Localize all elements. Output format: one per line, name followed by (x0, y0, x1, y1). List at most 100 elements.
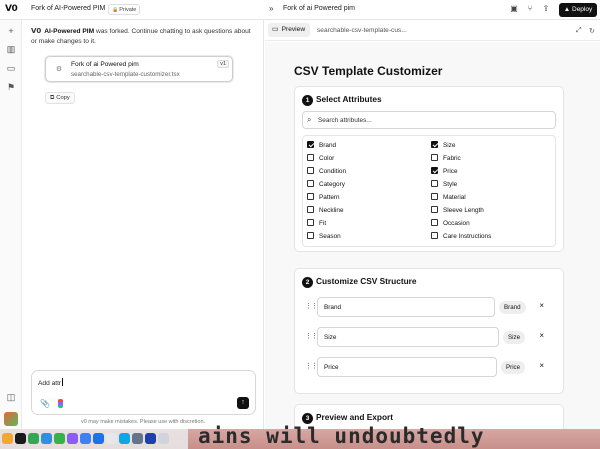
attribute-checkbox-item[interactable]: Season (307, 232, 341, 242)
share-icon[interactable]: ⇪ (541, 4, 551, 14)
section-title: Select Attributes (316, 94, 382, 104)
attribute-checkbox-item[interactable]: Color (307, 154, 334, 164)
attribute-checkbox-item[interactable]: Condition (307, 167, 346, 177)
checkbox-unchecked[interactable] (307, 180, 314, 187)
customize-structure-card: 2 Customize CSV Structure ⋮⋮ Brand Brand × ⋮⋮… (294, 268, 564, 394)
zoom-icon[interactable] (145, 433, 156, 444)
tab-code-file[interactable]: searchable-csv-template-cus... (317, 27, 407, 34)
checkbox-unchecked[interactable] (431, 232, 438, 239)
desktop-background-text: ains will undoubtedly (198, 424, 485, 448)
checkbox-unchecked[interactable] (307, 206, 314, 213)
checkbox-unchecked[interactable] (307, 154, 314, 161)
terminal-icon[interactable]: ▣ (509, 4, 519, 14)
search-input[interactable]: ⌕ Search attributes... (302, 111, 556, 129)
expand-sidebar-icon[interactable]: » (269, 4, 273, 13)
remove-column-button[interactable]: × (539, 361, 544, 370)
fullscreen-icon[interactable]: ⤢ (576, 27, 582, 35)
remove-column-button[interactable]: × (539, 301, 544, 310)
attribute-checkbox-item[interactable]: Fit (307, 219, 326, 229)
tab-preview[interactable]: ▭ Preview (268, 23, 311, 37)
v0-logo[interactable]: V0 (5, 4, 21, 15)
attribute-checkbox-item[interactable]: Brand (307, 141, 336, 151)
attribute-label: Brand (319, 142, 337, 149)
file-card[interactable]: ⚙ Fork of ai Powered pim searchable-csv-… (45, 56, 233, 82)
checkbox-checked[interactable] (431, 167, 438, 174)
column-name-input[interactable]: Price (317, 357, 497, 377)
search-icon: ⌕ (307, 115, 312, 124)
attribute-checkbox-item[interactable]: Size (431, 141, 455, 151)
copy-button[interactable]: ⧉ Copy (45, 92, 75, 104)
attribute-checkbox-item[interactable]: Price (431, 167, 458, 177)
checkbox-checked[interactable] (307, 141, 314, 148)
checkbox-unchecked[interactable] (307, 193, 314, 200)
column-name-input[interactable]: Size (317, 327, 499, 347)
sidebar-toggle-icon[interactable]: ◫ (5, 391, 17, 403)
attribute-label: Neckline (319, 207, 344, 214)
checkbox-unchecked[interactable] (431, 206, 438, 213)
chrome-icon[interactable] (28, 433, 39, 444)
attribute-label: Occasion (443, 220, 470, 227)
attribute-label: Care Instructions (443, 233, 492, 240)
drag-handle-icon[interactable]: ⋮⋮ (305, 332, 318, 340)
github-icon[interactable]: ⑂ (525, 4, 535, 14)
attribute-checkbox-item[interactable]: Category (307, 180, 345, 190)
checkbox-unchecked[interactable] (307, 232, 314, 239)
deploy-button[interactable]: ▲ Deploy (559, 3, 597, 17)
chat-composer[interactable]: Add attr 📎 ↑ (31, 370, 256, 415)
attribute-label: Style (443, 181, 458, 188)
folder-icon[interactable]: ▭ (5, 62, 17, 74)
checkbox-unchecked[interactable] (431, 180, 438, 187)
attribute-checkbox-item[interactable]: Occasion (431, 219, 470, 229)
select-attributes-card: 1 Select Attributes ⌕ Search attributes..… (294, 86, 564, 252)
notion-icon[interactable] (15, 433, 26, 444)
step-number: 1 (302, 95, 313, 106)
attribute-checkbox-item[interactable]: Fabric (431, 154, 461, 164)
checkbox-unchecked[interactable] (431, 219, 438, 226)
column-name-input[interactable]: Brand (317, 297, 495, 317)
messages-icon[interactable] (54, 433, 65, 444)
attribute-checkbox-item[interactable]: Material (431, 193, 466, 203)
figma-icon[interactable] (58, 399, 63, 408)
attribute-checkbox-item[interactable]: Style (431, 180, 457, 190)
section-title: Customize CSV Structure (316, 276, 417, 286)
send-button[interactable]: ↑ (237, 397, 249, 409)
v0-logo-small: V0 (31, 27, 42, 35)
drag-handle-icon[interactable]: ⋮⋮ (305, 362, 318, 370)
monitor-icon: ▭ (272, 26, 279, 33)
project-title[interactable]: Fork of AI-Powered PIM (31, 5, 105, 12)
flag-icon[interactable]: ⚑ (5, 81, 17, 93)
outlook-icon[interactable] (80, 433, 91, 444)
attribute-tag: Brand (499, 301, 526, 314)
teams-icon[interactable] (67, 433, 78, 444)
vscode-icon[interactable] (119, 433, 130, 444)
trash-icon[interactable] (158, 433, 169, 444)
attribute-checkbox-item[interactable]: Care Instructions (431, 232, 491, 242)
mail-icon[interactable] (41, 433, 52, 444)
csv-column-row: ⋮⋮ Size Size × (302, 327, 554, 347)
new-chat-icon[interactable]: + (5, 25, 17, 37)
checkbox-unchecked[interactable] (431, 154, 438, 161)
attribute-checkbox-item[interactable]: Neckline (307, 206, 344, 216)
word-icon[interactable] (93, 433, 104, 444)
remove-column-button[interactable]: × (539, 331, 544, 340)
attribute-label: Price (443, 168, 458, 175)
checkbox-unchecked[interactable] (307, 167, 314, 174)
finder-icon[interactable] (2, 433, 13, 444)
checkbox-unchecked[interactable] (431, 193, 438, 200)
icon-rail: + ▥ ▭ ⚑ ◫ (0, 20, 22, 429)
avatar[interactable] (4, 412, 18, 426)
privacy-badge[interactable]: 🔒Private (108, 4, 141, 15)
attribute-checkbox-item[interactable]: Pattern (307, 193, 340, 203)
attribute-checkbox-item[interactable]: Sleeve Length (431, 206, 484, 216)
preview-tabs: ▭ Preview searchable-csv-template-cus... … (265, 20, 600, 41)
copy-icon: ⧉ (50, 95, 55, 101)
drag-handle-icon[interactable]: ⋮⋮ (305, 302, 318, 310)
refresh-icon[interactable]: ↻ (589, 27, 595, 35)
calendar-icon[interactable] (106, 433, 117, 444)
checkbox-unchecked[interactable] (307, 219, 314, 226)
paperclip-icon[interactable]: 📎 (40, 399, 50, 408)
checkbox-checked[interactable] (431, 141, 438, 148)
preview-app-icon[interactable] (132, 433, 143, 444)
chat-input[interactable]: Add attr (38, 378, 64, 387)
book-icon[interactable]: ▥ (5, 43, 17, 55)
